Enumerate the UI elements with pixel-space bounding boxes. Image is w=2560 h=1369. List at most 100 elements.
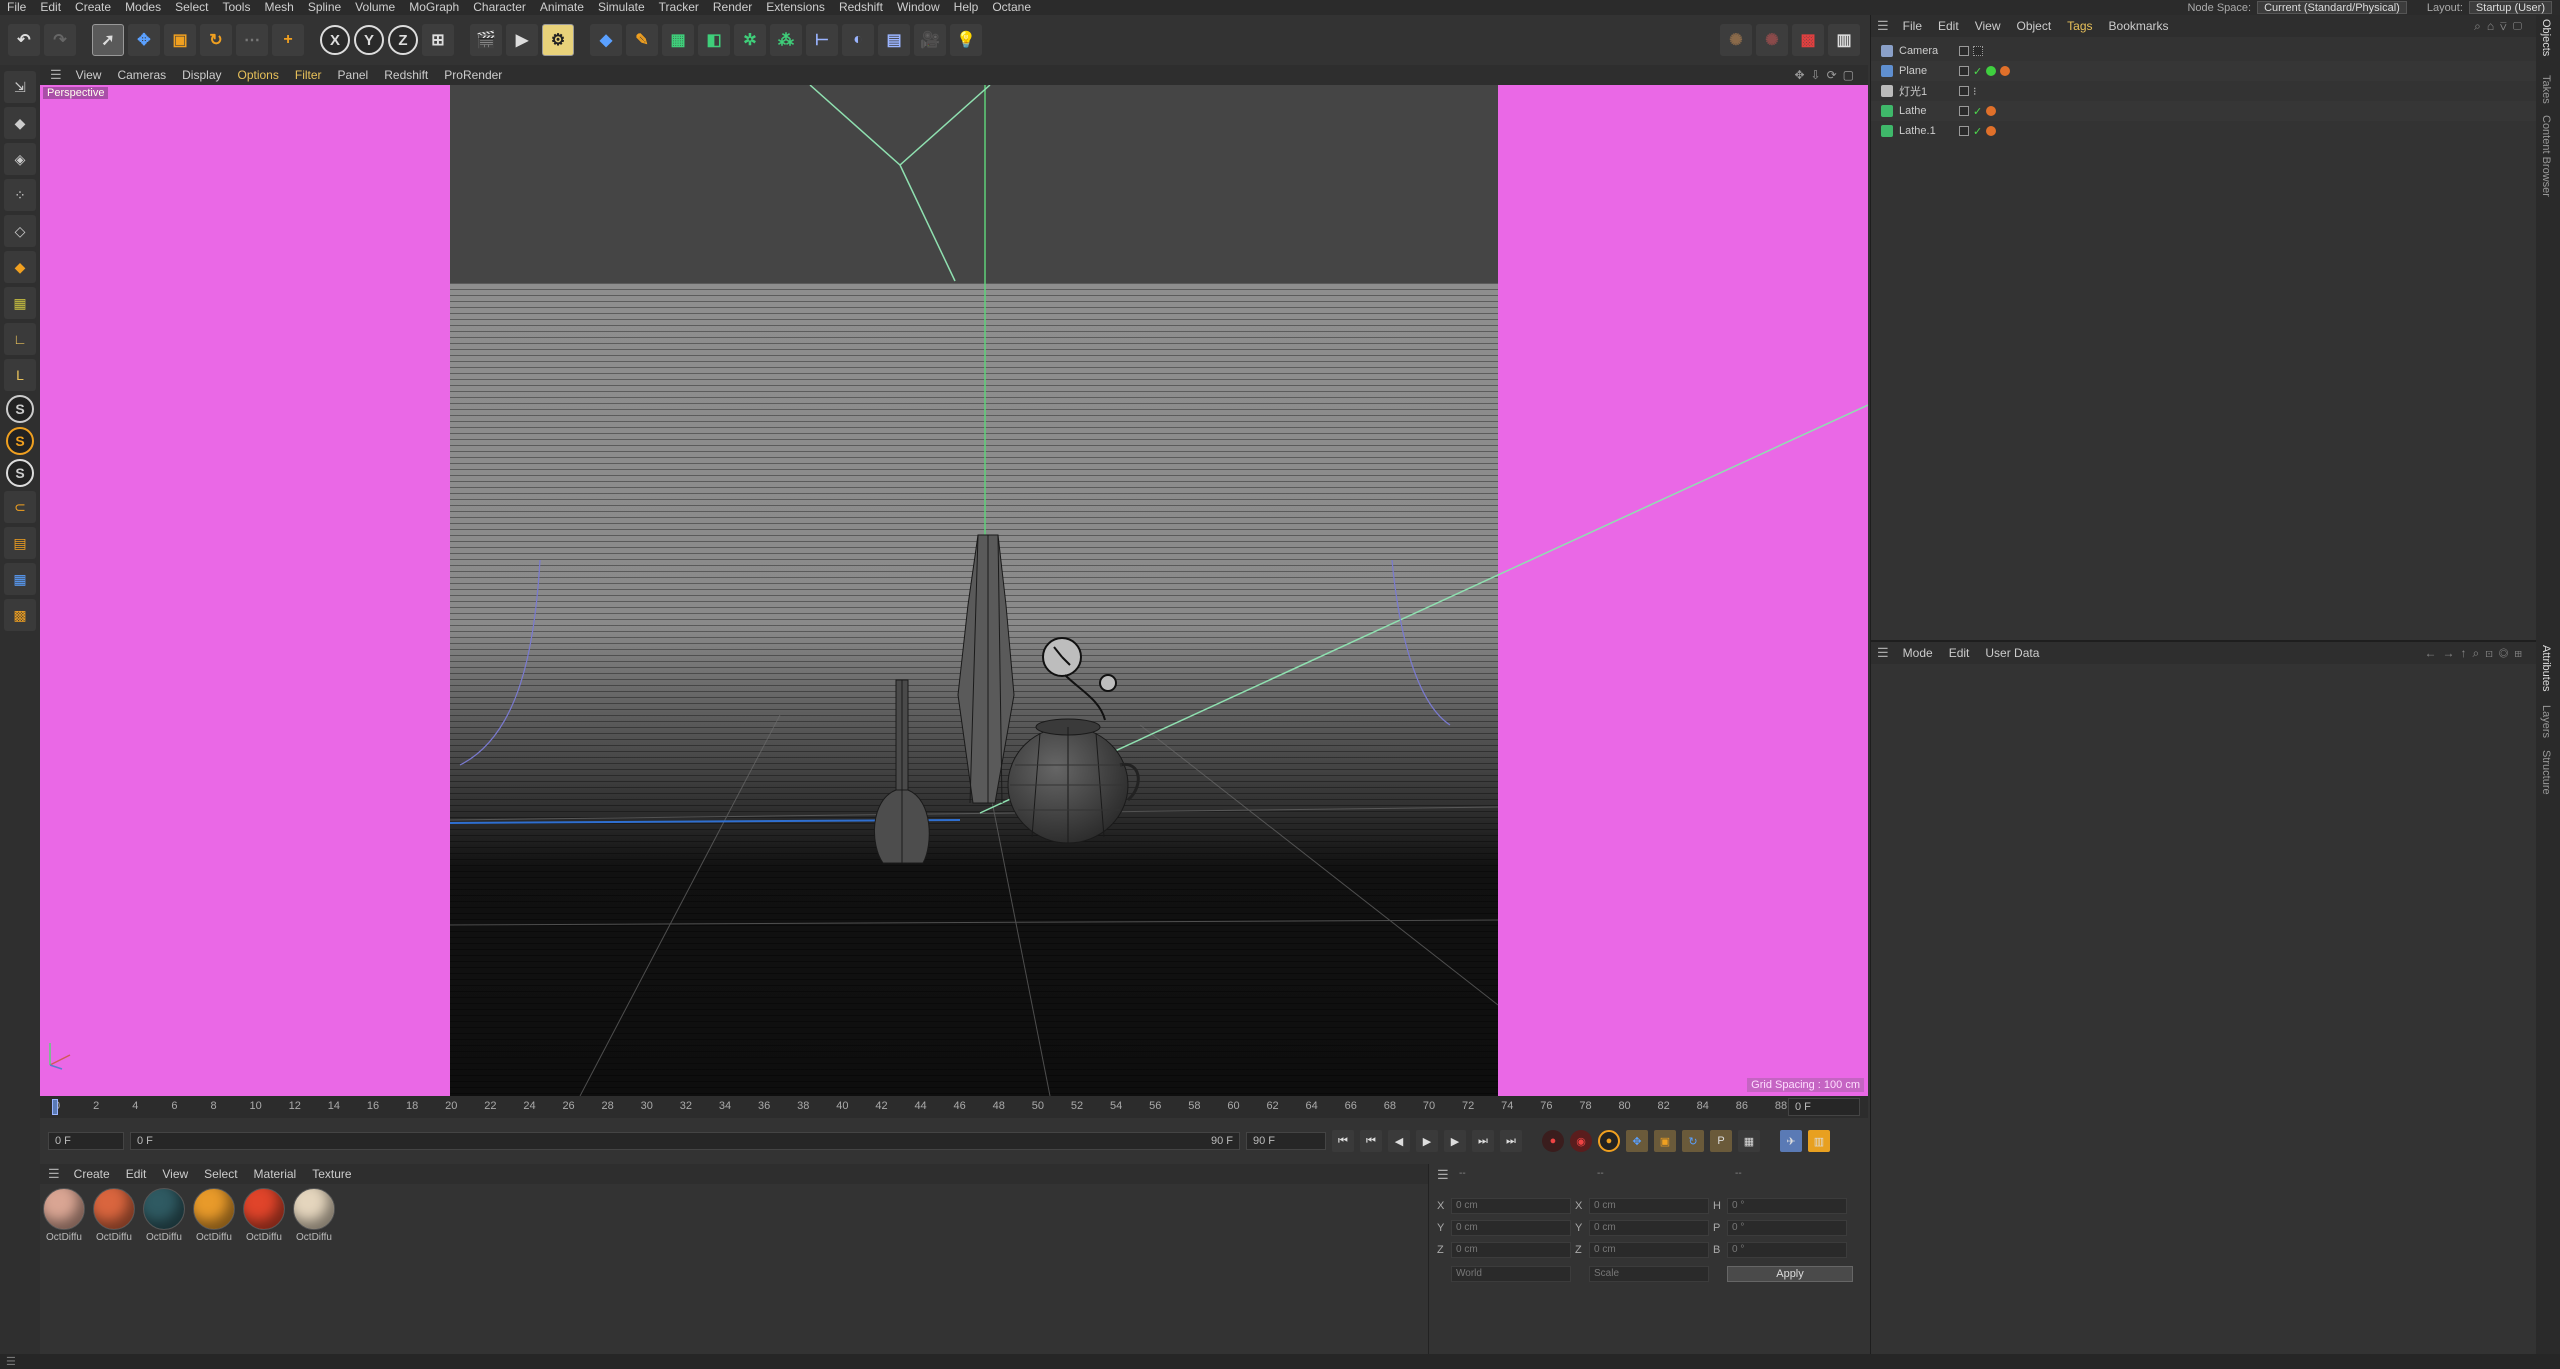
goto-start-icon[interactable]: ⏮ (1332, 1130, 1354, 1152)
rotation-h-field[interactable]: 0 ° (1727, 1198, 1847, 1214)
field-icon[interactable]: ◐ (842, 24, 874, 56)
z-axis-lock-button[interactable]: Z (388, 25, 418, 55)
object-search-icons[interactable]: ⌕⌂⊽▢ (2474, 19, 2536, 34)
move-tool-icon[interactable]: ✥ (128, 24, 160, 56)
add-tool-icon[interactable]: + (272, 24, 304, 56)
apply-button[interactable]: Apply (1727, 1266, 1853, 1282)
rotate-tool-icon[interactable]: ↻ (200, 24, 232, 56)
timeline-window-icon[interactable]: ▥ (1808, 1130, 1830, 1152)
visibility-toggle[interactable] (1959, 126, 1969, 136)
enabled-check-icon[interactable]: ✓ (1973, 65, 1982, 78)
enabled-check-icon[interactable]: ✓ (1973, 105, 1982, 118)
viewport-menu-panel[interactable]: Panel (332, 68, 375, 82)
material-swatch[interactable]: OctDiffu (242, 1188, 286, 1243)
object-row-lathe[interactable]: Lathe ✓ (1871, 101, 2536, 121)
object-menu-edit[interactable]: Edit (1932, 19, 1965, 33)
key-scale-icon[interactable]: ▣ (1654, 1130, 1676, 1152)
material-swatch[interactable]: OctDiffu (42, 1188, 86, 1243)
keyframe-selection-icon[interactable]: ● (1598, 1130, 1620, 1152)
size-y-field[interactable]: 0 cm (1589, 1220, 1709, 1236)
snap-toggle-icon[interactable]: S (6, 459, 34, 487)
model-mode-icon[interactable]: ◆ (4, 107, 36, 139)
object-menu-object[interactable]: Object (2010, 19, 2057, 33)
rotation-b-field[interactable]: 0 ° (1727, 1242, 1847, 1258)
visibility-toggle[interactable] (1959, 46, 1969, 56)
viewport-menu-display[interactable]: Display (176, 68, 227, 82)
menu-file[interactable]: File (0, 0, 33, 15)
light-icon[interactable]: 💡 (950, 24, 982, 56)
world-dropdown[interactable]: World (1451, 1266, 1571, 1282)
menu-render[interactable]: Render (706, 0, 759, 15)
menu-simulate[interactable]: Simulate (591, 0, 652, 15)
viewport-camera-label[interactable]: Perspective (43, 87, 109, 99)
key-pla-icon[interactable]: ▦ (1738, 1130, 1760, 1152)
position-z-field[interactable]: 0 cm (1451, 1242, 1571, 1258)
menu-edit[interactable]: Edit (33, 0, 68, 15)
tab-layers[interactable]: Layers (2540, 705, 2552, 738)
attribute-menu-mode[interactable]: Mode (1897, 646, 1939, 660)
camera-icon[interactable]: 🎥 (914, 24, 946, 56)
attribute-hamburger-icon[interactable]: ☰ (1877, 645, 1889, 661)
goto-end-icon[interactable]: ⏭ (1500, 1130, 1522, 1152)
menu-select[interactable]: Select (168, 0, 215, 15)
size-x-field[interactable]: 0 cm (1589, 1198, 1709, 1214)
attribute-nav-icons[interactable]: ←→↑⌕⊡◎⊞ (2425, 646, 2536, 661)
x-axis-lock-button[interactable]: X (320, 25, 350, 55)
render-toggle[interactable] (1973, 46, 1983, 56)
autokey-icon[interactable]: ◉ (1570, 1130, 1592, 1152)
position-x-field[interactable]: 0 cm (1451, 1198, 1571, 1214)
coordinate-system-icon[interactable]: ⊞ (422, 24, 454, 56)
node-space-dropdown[interactable]: Current (Standard/Physical) (2257, 1, 2407, 14)
enabled-check-icon[interactable]: ⁝ (1973, 85, 1977, 98)
material-swatch[interactable]: OctDiffu (142, 1188, 186, 1243)
playhead[interactable] (52, 1099, 58, 1115)
octane-icon[interactable]: ✺ (1720, 24, 1752, 56)
select-tool-icon[interactable]: ➚ (92, 24, 124, 56)
floor-icon[interactable]: ▤ (878, 24, 910, 56)
octane-tag-icon[interactable] (2000, 66, 2011, 76)
tab-objects[interactable]: Objects (2540, 19, 2552, 56)
end-frame-field[interactable]: 90 F (1246, 1132, 1326, 1150)
material-swatch[interactable]: OctDiffu (92, 1188, 136, 1243)
visibility-toggle[interactable] (1959, 86, 1969, 96)
recent-tools-icon[interactable]: ⋯ (236, 24, 268, 56)
menu-character[interactable]: Character (466, 0, 533, 15)
snap-icon[interactable]: S (6, 395, 34, 423)
workplane-grid-icon[interactable]: ▤ (4, 527, 36, 559)
menu-volume[interactable]: Volume (348, 0, 402, 15)
record-keys-icon[interactable]: ● (1542, 1130, 1564, 1152)
octane-toolbar-icon[interactable]: ▥ (1828, 24, 1860, 56)
statusbar-hamburger-icon[interactable]: ☰ (0, 1356, 16, 1368)
key-parameter-icon[interactable]: P (1710, 1130, 1732, 1152)
prev-frame-icon[interactable]: ◀ (1388, 1130, 1410, 1152)
menu-redshift[interactable]: Redshift (832, 0, 890, 15)
make-editable-icon[interactable]: ⇲ (4, 71, 36, 103)
material-menu-select[interactable]: Select (198, 1167, 243, 1181)
menu-spline[interactable]: Spline (301, 0, 348, 15)
object-row-light[interactable]: 灯光1 ⁝ (1871, 81, 2536, 101)
timeline-ruler[interactable]: 0246810121416182022242628303234363840424… (40, 1096, 1868, 1118)
edges-mode-icon[interactable]: ◇ (4, 215, 36, 247)
mograph-icon[interactable]: ⁂ (770, 24, 802, 56)
extrude-icon[interactable]: ◧ (698, 24, 730, 56)
hamburger-icon[interactable]: ☰ (50, 67, 62, 83)
position-y-field[interactable]: 0 cm (1451, 1220, 1571, 1236)
viewport-menu-cameras[interactable]: Cameras (111, 68, 172, 82)
viewport-menu-filter[interactable]: Filter (289, 68, 328, 82)
enabled-check-icon[interactable]: ✓ (1973, 125, 1982, 138)
material-menu-create[interactable]: Create (68, 1167, 116, 1181)
scale-tool-icon[interactable]: ▣ (164, 24, 196, 56)
viewport-menu-prorender[interactable]: ProRender (438, 68, 508, 82)
viewport-menu-options[interactable]: Options (232, 68, 285, 82)
points-mode-icon[interactable]: ⁘ (4, 179, 36, 211)
undo-icon[interactable]: ↶ (8, 24, 40, 56)
goto-next-key-icon[interactable]: ⏭ (1472, 1130, 1494, 1152)
menu-mesh[interactable]: Mesh (257, 0, 300, 15)
viewport-menu-view[interactable]: View (70, 68, 108, 82)
object-menu-tags[interactable]: Tags (2061, 19, 2098, 33)
material-menu-texture[interactable]: Texture (306, 1167, 357, 1181)
start-frame-field[interactable]: 0 F (48, 1132, 124, 1150)
render-to-picture-viewer-icon[interactable]: ▶ (506, 24, 538, 56)
menu-window[interactable]: Window (890, 0, 947, 15)
pen-icon[interactable]: ✎ (626, 24, 658, 56)
